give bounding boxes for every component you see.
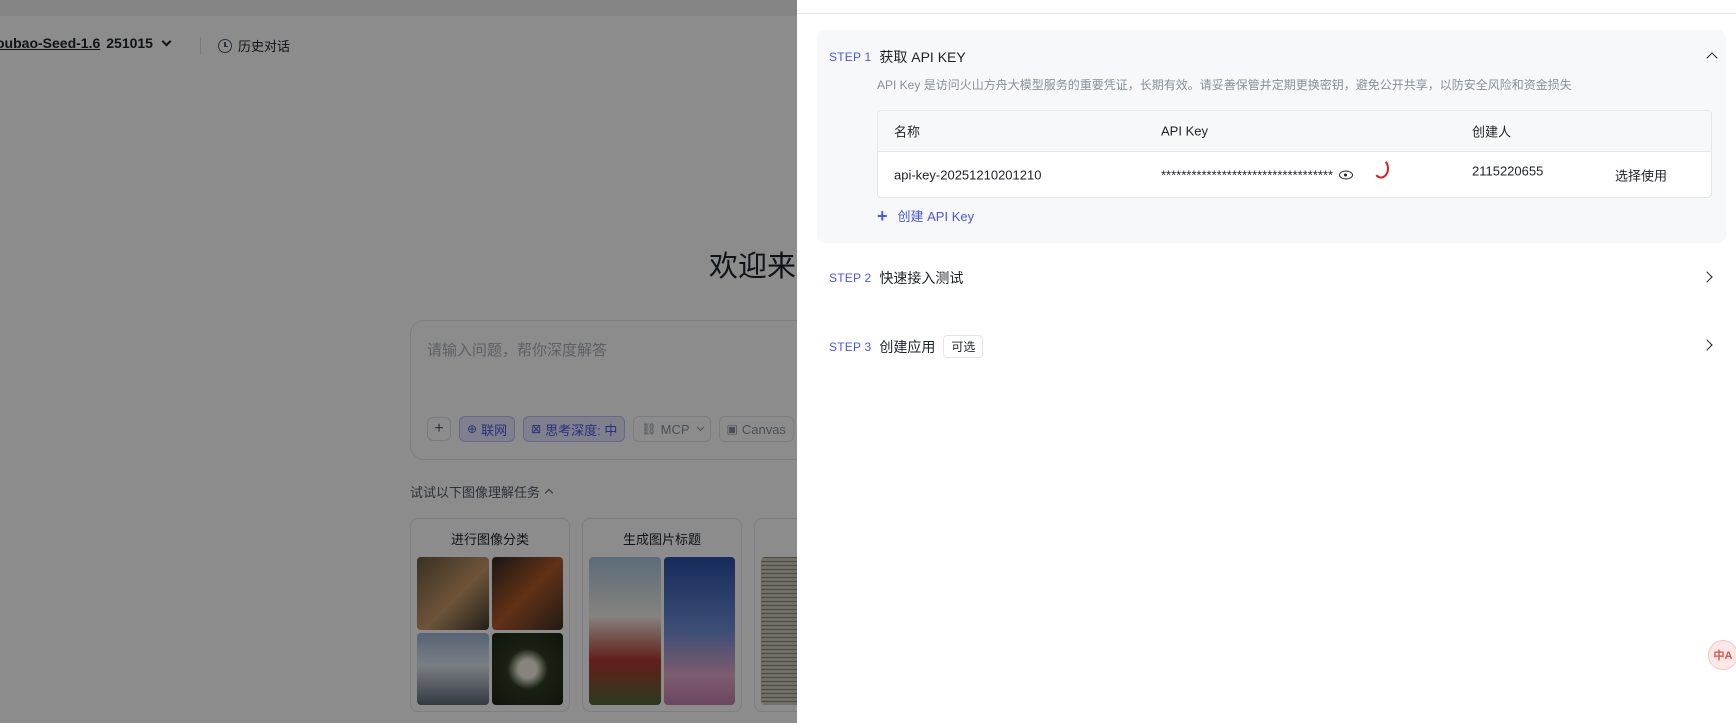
- step2-tag: STEP 2: [829, 271, 872, 285]
- step1-description: API Key 是访问火山方舟大模型服务的重要凭证，长期有效。请妥善保管并定期更…: [877, 78, 1572, 92]
- chevron-right-icon[interactable]: [1701, 339, 1713, 351]
- step3-header[interactable]: STEP 3 创建应用 可选: [829, 335, 984, 358]
- table-header: 名称 API Key 创建人: [878, 111, 1711, 152]
- drawer-divider: [797, 13, 1736, 14]
- eye-icon[interactable]: [1339, 170, 1354, 180]
- chevron-right-icon[interactable]: [1701, 271, 1713, 283]
- key-name-cell: api-key-20251210201210: [894, 167, 1042, 183]
- translate-icon[interactable]: 中A: [1708, 640, 1736, 670]
- step2-header[interactable]: STEP 2 快速接入测试: [829, 268, 963, 288]
- creator-cell: 2115220655: [1472, 163, 1544, 179]
- select-use-link[interactable]: 选择使用: [1615, 166, 1667, 185]
- col-header-name: 名称: [894, 124, 921, 140]
- step1-header[interactable]: STEP 1 获取 API KEY: [829, 47, 966, 67]
- modal-overlay[interactable]: [0, 0, 797, 723]
- create-api-key-label: 创建 API Key: [897, 209, 975, 224]
- step3-title: 创建应用: [879, 338, 936, 355]
- optional-badge: 可选: [943, 335, 984, 358]
- step2-title: 快速接入测试: [879, 270, 964, 286]
- api-key-drawer: STEP 1 获取 API KEY API Key 是访问火山方舟大模型服务的重…: [797, 0, 1736, 723]
- step3-tag: STEP 3: [829, 339, 872, 354]
- annotation-mark: [1373, 158, 1389, 179]
- plus-icon: +: [877, 205, 888, 226]
- step1-title: 获取 API KEY: [879, 49, 966, 65]
- step1-tag: STEP 1: [829, 50, 872, 64]
- key-value-cell: **********************************: [1161, 158, 1389, 183]
- masked-key-text: **********************************: [1161, 167, 1334, 183]
- step1-panel: STEP 1 获取 API KEY API Key 是访问火山方舟大模型服务的重…: [817, 30, 1726, 243]
- col-header-creator: 创建人: [1472, 124, 1512, 140]
- create-api-key-button[interactable]: + 创建 API Key: [877, 206, 974, 225]
- collapse-chevron-icon[interactable]: [1706, 52, 1718, 64]
- table-row: api-key-20251210201210 *****************…: [878, 152, 1711, 197]
- col-header-key: API Key: [1161, 123, 1208, 139]
- api-key-table: 名称 API Key 创建人 api-key-20251210201210 **…: [877, 110, 1712, 198]
